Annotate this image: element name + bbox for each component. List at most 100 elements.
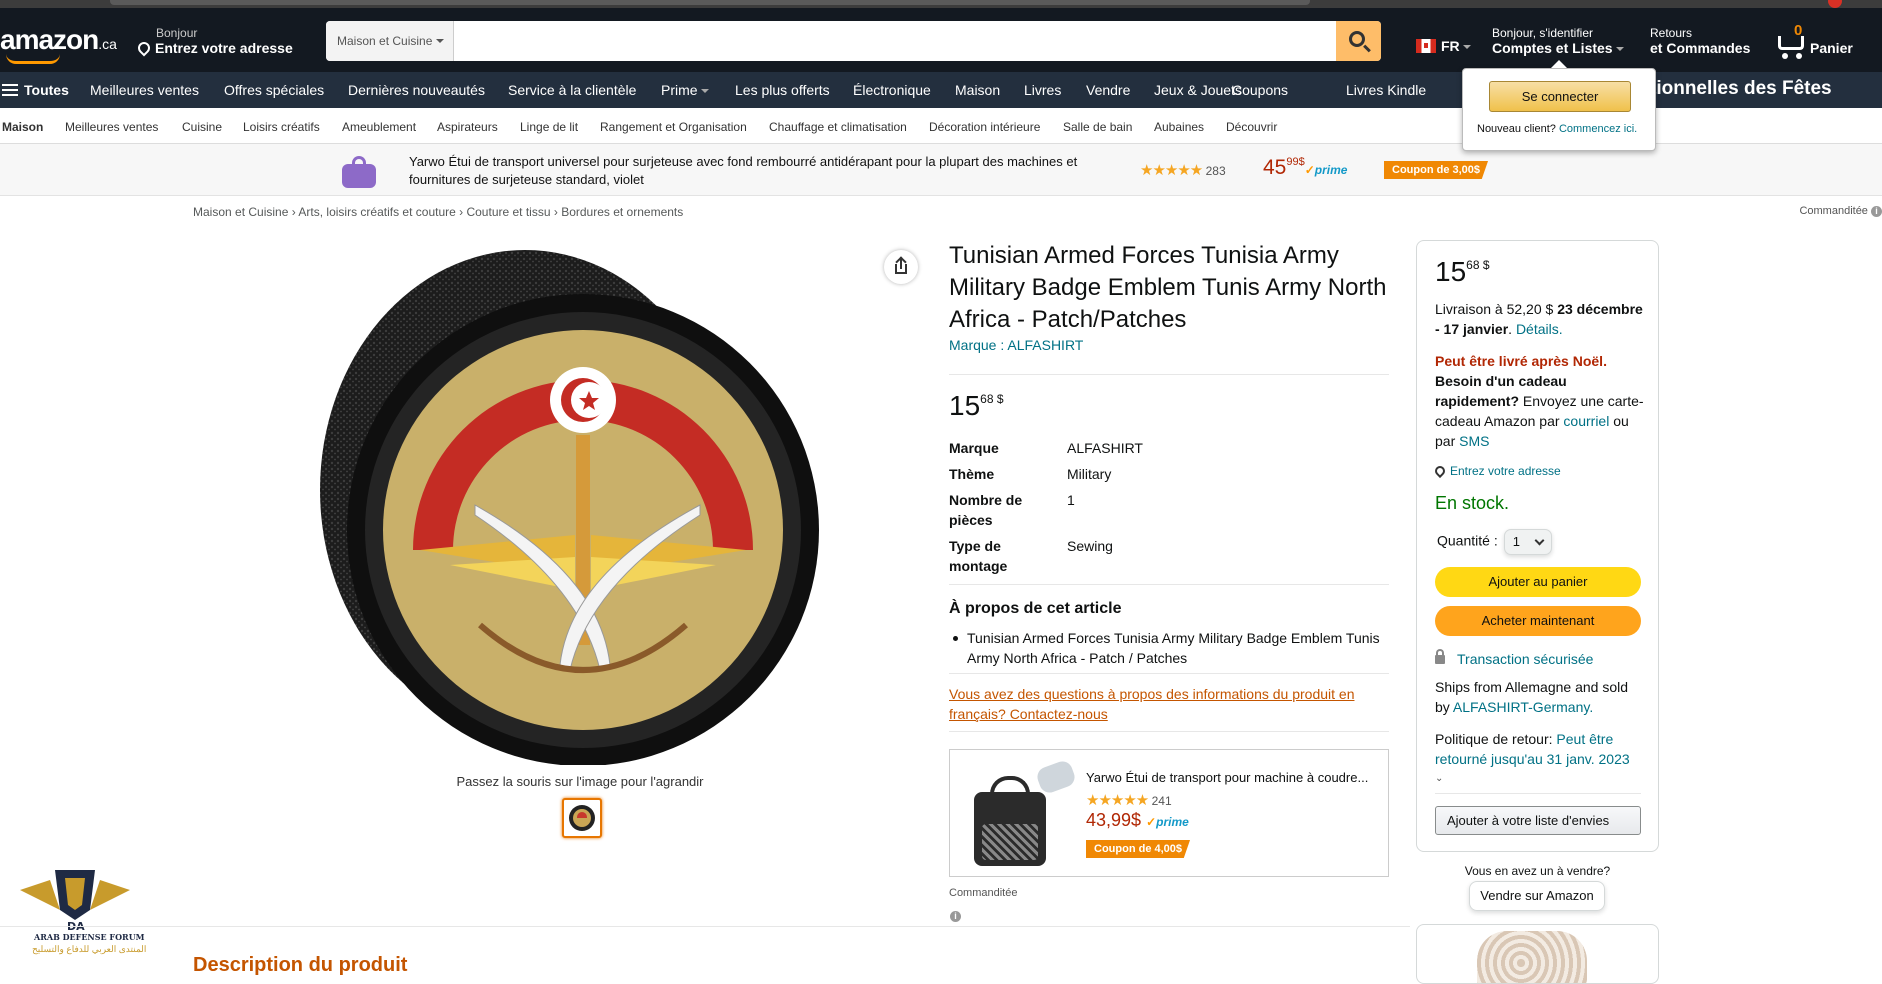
info-icon[interactable]: i (1871, 206, 1882, 217)
divider (0, 926, 1410, 927)
enter-address-link[interactable]: Entrez votre adresse (1432, 461, 1645, 481)
quantity-row: Quantité : 1 (1437, 529, 1647, 555)
delivery-address-button[interactable]: Bonjour Entrez votre adresse (135, 26, 293, 57)
nav-item[interactable]: Service à la clientèle (508, 82, 636, 98)
subnav-item[interactable]: Rangement et Organisation (600, 120, 747, 134)
nav-item[interactable]: Livres (1024, 82, 1061, 98)
new-customer-text: Nouveau client? Commencez ici. (1477, 123, 1637, 135)
bag-body (342, 164, 376, 188)
subnav-item[interactable]: Aubaines (1154, 120, 1204, 134)
subnav-item[interactable]: Cuisine (182, 120, 222, 134)
search-icon-handle (1363, 44, 1371, 53)
sell-on-amazon-button[interactable]: Vendre sur Amazon (1469, 881, 1605, 911)
image-thumbnail[interactable] (562, 798, 602, 838)
subnav-item[interactable]: Chauffage et climatisation (769, 120, 907, 134)
nav-item[interactable]: Livres Kindle (1346, 82, 1426, 98)
delivery-sep: . (1508, 321, 1513, 337)
divider (1435, 793, 1641, 794)
info-icon[interactable]: i (950, 906, 961, 924)
nav-item[interactable]: Offres spéciales (224, 82, 324, 98)
eagle-wing-left (20, 880, 60, 910)
amazon-logo[interactable]: amazon.ca (0, 24, 117, 56)
cart-icon (1778, 36, 1804, 50)
brand-link[interactable]: Marque : ALFASHIRT (949, 337, 1083, 353)
delivery-details-link[interactable]: Détails. (1516, 321, 1563, 337)
subnav-item[interactable]: Ameublement (342, 120, 416, 134)
search-category-label: Maison et Cuisine (337, 34, 433, 48)
search-category-select[interactable]: Maison et Cuisine (326, 21, 454, 61)
breadcrumb-item[interactable]: Couture et tissu (466, 205, 550, 219)
sponsored-side-card[interactable] (1416, 924, 1659, 984)
banner-coupon[interactable]: Coupon de 3,00$ (1384, 160, 1489, 179)
sponsored-label: Commanditée i (1799, 205, 1882, 217)
subnav-item[interactable]: Loisirs créatifs (243, 120, 320, 134)
product-title: Tunisian Armed Forces Tunisia Army Milit… (949, 242, 1387, 333)
all-menu-button[interactable]: Toutes (2, 82, 69, 98)
nav-item[interactable]: Dernières nouveautés (348, 82, 485, 98)
subnav-item[interactable]: Meilleures ventes (65, 120, 158, 134)
divider (949, 374, 1389, 375)
sponsored-text: Commanditée (1799, 205, 1868, 217)
nav-item[interactable]: Maison (955, 82, 1000, 98)
search-input[interactable] (456, 21, 1316, 61)
subnav-item[interactable]: Décoration intérieure (929, 120, 1040, 134)
banner-rating[interactable]: ★★★★★ 283 (1140, 161, 1226, 179)
holiday-promo-link[interactable]: tionnelles des Fêtes (1650, 78, 1832, 100)
quantity-select[interactable]: 1 (1503, 529, 1552, 555)
signin-button[interactable]: Se connecter (1489, 81, 1631, 112)
start-here-link[interactable]: Commencez ici. (1559, 123, 1637, 135)
buy-now-button[interactable]: Acheter maintenant (1435, 606, 1641, 636)
product-main-image[interactable] (300, 245, 880, 765)
nav-item[interactable]: Meilleures ventes (90, 82, 199, 98)
prime-badge: ✓prime (1305, 163, 1348, 177)
nav-item[interactable]: Vendre (1086, 82, 1130, 98)
add-to-wishlist-button[interactable]: Ajouter à votre liste d'envies (1435, 806, 1641, 835)
search-button[interactable] (1336, 21, 1381, 61)
seller-link[interactable]: ALFASHIRT-Germany. (1453, 699, 1593, 715)
browser-address-bar (110, 0, 1310, 5)
subnav-item[interactable]: Maison (2, 120, 43, 134)
banner-product-title[interactable]: Yarwo Étui de transport universel pour s… (409, 153, 1129, 189)
nav-item[interactable]: Coupons (1232, 82, 1288, 98)
ad-coupon[interactable]: Coupon de 4,00$ (1086, 839, 1191, 858)
subnav-item[interactable]: Salle de bain (1063, 120, 1132, 134)
ad-product-title[interactable]: Yarwo Étui de transport pour machine à c… (1086, 770, 1382, 785)
breadcrumb-item[interactable]: Maison et Cuisine (193, 205, 288, 219)
location-pin-icon (1432, 463, 1448, 479)
breadcrumb-item[interactable]: Arts, loisirs créatifs et couture (298, 205, 455, 219)
nav-item[interactable]: Jeux & Jouets (1154, 82, 1242, 98)
star-rating-icon: ★★★★★ (1086, 792, 1149, 809)
add-to-cart-button[interactable]: Ajouter au panier (1435, 567, 1641, 597)
prime-check-icon: ✓ (1146, 815, 1157, 829)
subnav-item[interactable]: Découvrir (1226, 120, 1277, 134)
sponsored-banner[interactable]: Yarwo Étui de transport universel pour s… (0, 144, 1882, 196)
rating-count: 241 (1151, 794, 1172, 808)
share-button[interactable] (884, 250, 918, 284)
ad-product-image[interactable] (960, 758, 1078, 870)
subnav-item[interactable]: Linge de lit (520, 120, 578, 134)
language-selector[interactable]: FR (1416, 38, 1471, 54)
ad-rating[interactable]: ★★★★★ 241 (1086, 791, 1172, 809)
nav-item[interactable]: Les plus offerts (735, 82, 830, 98)
breadcrumb-item[interactable]: Bordures et ornements (561, 205, 683, 219)
sponsored-product-card[interactable]: Yarwo Étui de transport pour machine à c… (949, 749, 1389, 877)
nav-item[interactable]: Électronique (853, 82, 931, 98)
cart-button[interactable]: 0 Panier (1774, 22, 1874, 62)
language-label: FR (1441, 38, 1460, 54)
prime-badge: ✓prime (1146, 815, 1189, 829)
returns-orders-button[interactable]: Retours et Commandes (1650, 26, 1750, 56)
chevron-down-icon[interactable]: ⌄ (1435, 769, 1645, 789)
email-gift-link[interactable]: courriel (1563, 413, 1609, 429)
account-lists-button[interactable]: Bonjour, s'identifier Comptes et Listes (1492, 26, 1624, 56)
price-value: 43,99$ (1086, 810, 1142, 830)
nav-item-prime[interactable]: Prime (661, 82, 709, 98)
secure-transaction[interactable]: Transaction sécurisée (1435, 649, 1645, 669)
cart-wheel (1782, 53, 1788, 59)
hamburger-icon (2, 84, 18, 96)
product-question-link[interactable]: Vous avez des questions à propos des inf… (949, 684, 1379, 724)
account-label: Comptes et Listes (1492, 40, 1613, 56)
address-link-label: Entrez votre adresse (1450, 464, 1561, 478)
product-thumbnail[interactable] (334, 150, 384, 190)
sms-gift-link[interactable]: SMS (1459, 433, 1489, 449)
subnav-item[interactable]: Aspirateurs (437, 120, 498, 134)
